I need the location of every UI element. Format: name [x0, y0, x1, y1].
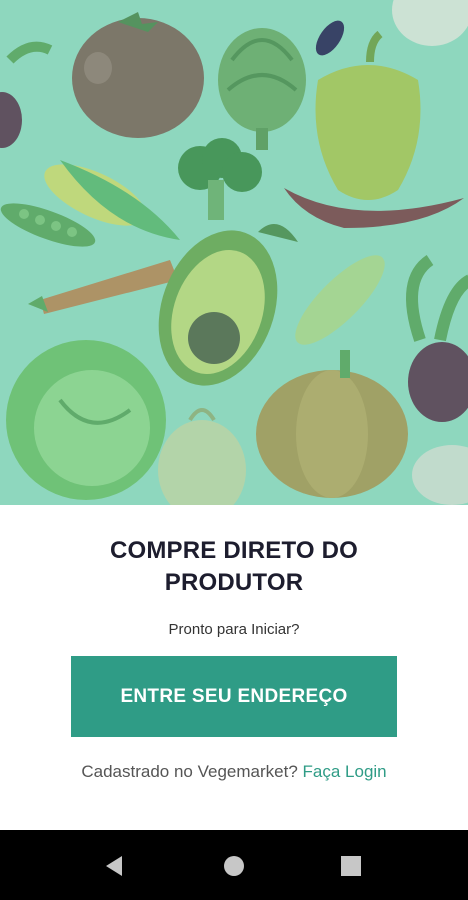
recents-square-icon[interactable] [337, 852, 365, 880]
back-triangle-icon[interactable] [100, 852, 128, 880]
login-prompt-line: Cadastrado no Vegemarket? Faça Login [0, 762, 468, 782]
subtitle: Pronto para Iniciar? [168, 621, 300, 638]
enter-address-button[interactable]: ENTRE SEU ENDEREÇO [71, 656, 397, 737]
login-link[interactable]: Faça Login [303, 762, 387, 781]
login-prompt-text: Cadastrado no Vegemarket? [81, 762, 298, 781]
headline-line-1: COMPRE DIRETO DO [109, 537, 359, 564]
headline: COMPRE DIRETO DO PRODUTOR [0, 535, 468, 599]
home-circle-icon[interactable] [220, 852, 248, 880]
system-navigation-bar [0, 830, 468, 900]
onboarding-panel: COMPRE DIRETO DO PRODUTOR Pronto para In… [0, 505, 468, 830]
headline-line-2: PRODUTOR [164, 569, 304, 596]
hero-vegetables-illustration [0, 0, 468, 505]
